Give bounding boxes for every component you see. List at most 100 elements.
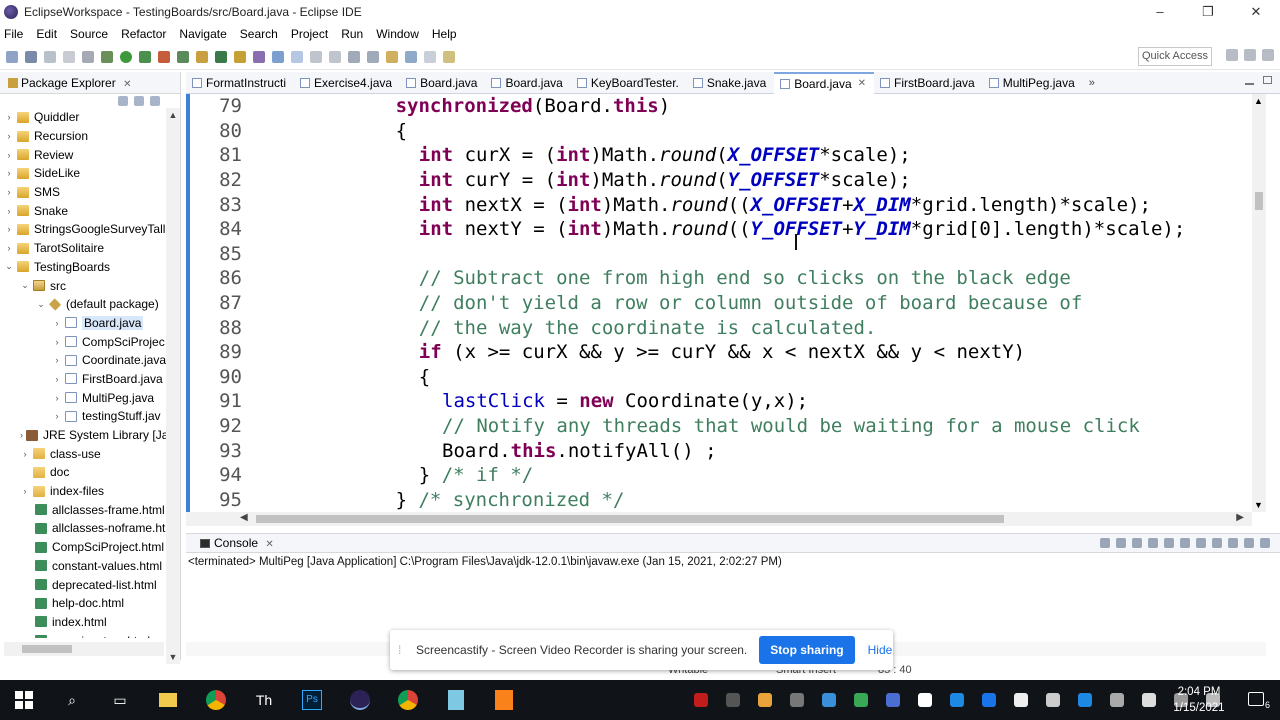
code-line[interactable]: 94} /* if */	[190, 463, 1266, 488]
clock[interactable]: 2:04 PM 1/15/2021	[1164, 684, 1234, 716]
tabs-overflow-icon[interactable]: »	[1089, 77, 1095, 89]
tree-item[interactable]: index.html	[0, 613, 166, 632]
tree-item[interactable]: › MultiPeg.java	[0, 388, 166, 407]
tree-item[interactable]: help-doc.html	[0, 594, 166, 613]
pin-editor-icon[interactable]	[443, 50, 455, 63]
editor-tab[interactable]: Exercise4.java	[294, 72, 400, 94]
chevron-right-icon[interactable]: ›	[4, 187, 14, 197]
previous-annotation-icon[interactable]	[367, 50, 379, 63]
menu-file[interactable]: File	[4, 27, 23, 41]
code-line[interactable]: 91 lastClick = new Coordinate(y,x);	[190, 389, 1266, 414]
tree-item[interactable]: › StringsGoogleSurveyTall	[0, 220, 166, 239]
code-line[interactable]: 85	[190, 242, 1266, 267]
open-type-icon[interactable]	[234, 50, 246, 63]
chrome-icon-2[interactable]	[396, 688, 420, 712]
chevron-right-icon[interactable]: ›	[4, 168, 14, 178]
new-icon[interactable]	[6, 50, 18, 63]
tree-item[interactable]: › index-files	[0, 482, 166, 501]
scroll-thumb[interactable]	[1255, 192, 1263, 210]
tree-item[interactable]: ⌄ TestingBoards	[0, 258, 166, 277]
close-button[interactable]: ✕	[1232, 0, 1280, 24]
package-explorer-tab[interactable]: Package Explorer ✕	[4, 74, 135, 92]
sublime-icon[interactable]	[492, 688, 516, 712]
menu-refactor[interactable]: Refactor	[121, 27, 166, 41]
back-icon[interactable]	[405, 50, 417, 63]
scroll-thumb[interactable]	[256, 515, 1004, 523]
menu-source[interactable]: Source	[70, 27, 108, 41]
display-icon[interactable]	[1110, 693, 1124, 707]
tree-item[interactable]: › SideLike	[0, 164, 166, 183]
close-view-icon[interactable]: ✕	[123, 79, 131, 90]
clear-console-icon[interactable]	[1148, 538, 1158, 548]
code-line[interactable]: 83 int nextX = (int)Math.round((X_OFFSET+…	[190, 192, 1266, 217]
task-view-icon[interactable]: ▭	[108, 688, 132, 712]
code-editor[interactable]: 79 synchronized(Board.this) 80{81 int curX …	[186, 94, 1266, 512]
chevron-right-icon[interactable]: ›	[4, 224, 14, 234]
code-line[interactable]: 86 // Subtract one from high end so click…	[190, 266, 1266, 291]
drag-handle-icon[interactable]: ⁞	[398, 643, 408, 657]
tree-item[interactable]: › Board.java	[0, 314, 166, 333]
show-whitespace-icon[interactable]	[310, 50, 322, 63]
stop-sharing-button[interactable]: Stop sharing	[759, 636, 855, 664]
tree-item[interactable]: ⌄ src	[0, 276, 166, 295]
chevron-down-icon[interactable]: ⌄	[4, 261, 14, 272]
code-line[interactable]: 79 synchronized(Board.this)	[190, 94, 1266, 119]
tree-item[interactable]: › FirstBoard.java	[0, 370, 166, 389]
last-edit-location-icon[interactable]	[386, 50, 398, 63]
editor-tab[interactable]: Board.java	[400, 72, 485, 94]
chevron-right-icon[interactable]: ›	[20, 449, 30, 459]
display-selected-console-icon[interactable]	[1212, 538, 1222, 548]
menu-window[interactable]: Window	[376, 27, 419, 41]
chevron-right-icon[interactable]: ›	[52, 374, 62, 384]
chevron-right-icon[interactable]: ›	[52, 393, 62, 403]
package-explorer-vscrollbar[interactable]: ▲ ▼	[166, 108, 180, 664]
scroll-lock-icon[interactable]	[1164, 538, 1174, 548]
code-line[interactable]: 88 // the way the coordinate is calculate…	[190, 315, 1266, 340]
code-line[interactable]: 82 int curY = (int)Math.round(Y_OFFSET*sc…	[190, 168, 1266, 193]
chevron-right-icon[interactable]: ›	[20, 486, 30, 496]
menu-search[interactable]: Search	[240, 27, 278, 41]
collapse-all-icon[interactable]	[118, 96, 128, 106]
search-icon[interactable]	[253, 50, 265, 63]
tree-item[interactable]: › CompSciProjec	[0, 332, 166, 351]
network-share-icon[interactable]	[790, 693, 804, 707]
hp-icon[interactable]	[950, 693, 964, 707]
word-wrap-icon[interactable]	[1180, 538, 1190, 548]
editor-tab[interactable]: FormatInstructi	[186, 72, 294, 94]
toggle-mark-occurrences-icon[interactable]	[272, 50, 284, 63]
coverage-icon[interactable]	[139, 50, 151, 63]
skip-breakpoints-icon[interactable]	[82, 50, 94, 63]
debug-icon[interactable]	[101, 50, 113, 63]
code-line[interactable]: 81 int curX = (int)Math.round(X_OFFSET*sc…	[190, 143, 1266, 168]
tree-item[interactable]: › Quiddler	[0, 108, 166, 127]
volume-icon[interactable]	[1046, 693, 1060, 707]
code-line[interactable]: 92 // Notify any threads that would be wa…	[190, 414, 1266, 439]
code-line[interactable]: 93 Board.this.notifyAll() ;	[190, 438, 1266, 463]
scroll-thumb[interactable]	[22, 645, 72, 653]
save-icon[interactable]	[25, 50, 37, 63]
word-wrap-icon[interactable]	[291, 50, 303, 63]
scroll-up-icon[interactable]: ▲	[166, 110, 180, 120]
editor-tab[interactable]: Board.java ✕	[774, 71, 875, 94]
tree-item[interactable]: CompSciProject.html	[0, 538, 166, 557]
tree-item[interactable]: deprecated-list.html	[0, 575, 166, 594]
image-icon[interactable]	[758, 693, 772, 707]
editor-vscrollbar[interactable]: ▲ ▼	[1252, 94, 1266, 512]
minimize-view-icon[interactable]	[1244, 538, 1254, 548]
chevron-right-icon[interactable]: ›	[52, 318, 62, 328]
battery-icon[interactable]	[1142, 693, 1156, 707]
code-line[interactable]: 80 {	[190, 119, 1266, 144]
chevron-down-icon[interactable]: ⌄	[20, 280, 30, 291]
save-all-icon[interactable]	[44, 50, 56, 63]
chrome-icon[interactable]	[204, 688, 228, 712]
link-with-editor-icon[interactable]	[134, 96, 144, 106]
print-icon[interactable]	[63, 50, 75, 63]
chevron-right-icon[interactable]: ›	[4, 150, 14, 160]
run-icon[interactable]	[120, 50, 132, 63]
screencastify-icon[interactable]	[982, 693, 996, 707]
block-selection-icon[interactable]	[329, 50, 341, 63]
editor-tab[interactable]: Board.java	[485, 72, 570, 94]
tree-item[interactable]: › TarotSolitaire	[0, 239, 166, 258]
tree-item[interactable]: › JRE System Library [Ja	[0, 426, 166, 445]
tree-item[interactable]: › class-use	[0, 444, 166, 463]
